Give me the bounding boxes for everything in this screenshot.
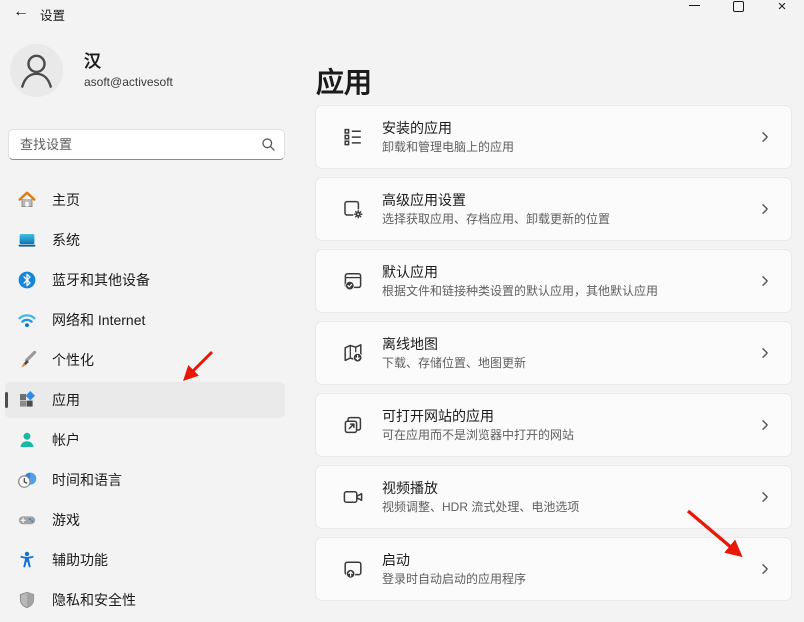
card-startup[interactable]: 启动登录时自动启动的应用程序 [315, 537, 792, 601]
sidebar-item-label: 游戏 [52, 510, 80, 530]
minimize-button[interactable] [672, 0, 716, 14]
sidebar-item-label: 辅助功能 [52, 550, 108, 570]
card-title: 离线地图 [382, 336, 526, 353]
system-icon [17, 230, 37, 250]
startup-icon [341, 557, 365, 581]
card-title: 安装的应用 [382, 120, 514, 137]
chevron-right-icon [759, 563, 771, 575]
chevron-right-icon [759, 419, 771, 431]
chevron-right-icon [759, 347, 771, 359]
network-icon [17, 310, 37, 330]
installed-apps-icon [341, 125, 365, 149]
close-icon: × [778, 0, 787, 14]
minimize-icon [689, 5, 700, 6]
sidebar-item-network-internet[interactable]: 网络和 Internet [5, 302, 285, 338]
sidebar-item-label: 应用 [52, 390, 80, 410]
default-apps-icon [341, 269, 365, 293]
sidebar-item-accounts[interactable]: 帐户 [5, 422, 285, 458]
sidebar-item-label: 主页 [52, 190, 80, 210]
advanced-app-settings-icon [341, 197, 365, 221]
card-subtitle: 视频调整、HDR 流式处理、电池选项 [382, 500, 579, 514]
card-title: 高级应用设置 [382, 192, 610, 209]
apps-icon [17, 390, 37, 410]
offline-maps-icon [341, 341, 365, 365]
sidebar-item-label: 个性化 [52, 350, 94, 370]
sidebar-item-gaming[interactable]: 游戏 [5, 502, 285, 538]
card-title: 默认应用 [382, 264, 658, 281]
sidebar-item-apps[interactable]: 应用 [5, 382, 285, 418]
sidebar-item-system[interactable]: 系统 [5, 222, 285, 258]
sidebar-item-personalization[interactable]: 个性化 [5, 342, 285, 378]
card-subtitle: 卸载和管理电脑上的应用 [382, 140, 514, 154]
card-installed-apps[interactable]: 安装的应用卸载和管理电脑上的应用 [315, 105, 792, 169]
card-subtitle: 下载、存储位置、地图更新 [382, 356, 526, 370]
titlebar: ← 设置 × [0, 0, 804, 30]
back-arrow-icon: ← [13, 3, 29, 21]
time-language-icon [17, 470, 37, 490]
card-video-playback[interactable]: 视频播放视频调整、HDR 流式处理、电池选项 [315, 465, 792, 529]
user-email: asoft@activesoft [84, 75, 173, 89]
card-title: 启动 [382, 552, 526, 569]
gaming-icon [17, 510, 37, 530]
personalization-icon [17, 350, 37, 370]
accessibility-icon [17, 550, 37, 570]
card-subtitle: 选择获取应用、存档应用、卸载更新的位置 [382, 212, 610, 226]
settings-card-list: 安装的应用卸载和管理电脑上的应用高级应用设置选择获取应用、存档应用、卸载更新的位… [315, 105, 792, 609]
card-offline-maps[interactable]: 离线地图下载、存储位置、地图更新 [315, 321, 792, 385]
privacy-icon [17, 590, 37, 610]
sidebar-item-label: 隐私和安全性 [52, 590, 136, 610]
search-input[interactable] [8, 129, 285, 160]
search-icon [261, 137, 276, 152]
bluetooth-icon [17, 270, 37, 290]
card-subtitle: 登录时自动启动的应用程序 [382, 572, 526, 586]
back-button[interactable]: ← [8, 1, 34, 23]
user-name: 汉 [84, 52, 173, 72]
card-subtitle: 可在应用而不是浏览器中打开的网站 [382, 428, 574, 442]
sidebar-item-time-language[interactable]: 时间和语言 [5, 462, 285, 498]
maximize-icon [733, 1, 744, 12]
chevron-right-icon [759, 491, 771, 503]
sidebar-item-label: 蓝牙和其他设备 [52, 270, 150, 290]
card-title: 可打开网站的应用 [382, 408, 574, 425]
user-profile[interactable]: 汉 asoft@activesoft [10, 44, 173, 97]
window-controls: × [672, 0, 804, 14]
chevron-right-icon [759, 275, 771, 287]
apps-for-websites-icon [341, 413, 365, 437]
card-subtitle: 根据文件和链接种类设置的默认应用，其他默认应用 [382, 284, 658, 298]
sidebar-item-label: 系统 [52, 230, 80, 250]
card-apps-for-websites[interactable]: 可打开网站的应用可在应用而不是浏览器中打开的网站 [315, 393, 792, 457]
sidebar-item-label: 网络和 Internet [52, 310, 145, 330]
search-box [8, 129, 285, 160]
sidebar-item-accessibility[interactable]: 辅助功能 [5, 542, 285, 578]
window-title: 设置 [40, 5, 65, 24]
card-title: 视频播放 [382, 480, 579, 497]
close-button[interactable]: × [760, 0, 804, 14]
maximize-button[interactable] [716, 0, 760, 14]
sidebar-item-label: 时间和语言 [52, 470, 122, 490]
chevron-right-icon [759, 131, 771, 143]
sidebar-item-label: 帐户 [52, 430, 80, 450]
avatar [10, 44, 63, 97]
sidebar-nav: 主页系统蓝牙和其他设备网络和 Internet 个性化应用帐户时间和语言游戏辅助功… [5, 182, 285, 622]
sidebar-item-home[interactable]: 主页 [5, 182, 285, 218]
sidebar-item-bluetooth-devices[interactable]: 蓝牙和其他设备 [5, 262, 285, 298]
video-playback-icon [341, 485, 365, 509]
card-default-apps[interactable]: 默认应用根据文件和链接种类设置的默认应用，其他默认应用 [315, 249, 792, 313]
accounts-icon [17, 430, 37, 450]
person-icon [10, 44, 63, 97]
chevron-right-icon [759, 203, 771, 215]
page-title: 应用 [316, 61, 372, 101]
home-icon [17, 190, 37, 210]
card-advanced-app-settings[interactable]: 高级应用设置选择获取应用、存档应用、卸载更新的位置 [315, 177, 792, 241]
